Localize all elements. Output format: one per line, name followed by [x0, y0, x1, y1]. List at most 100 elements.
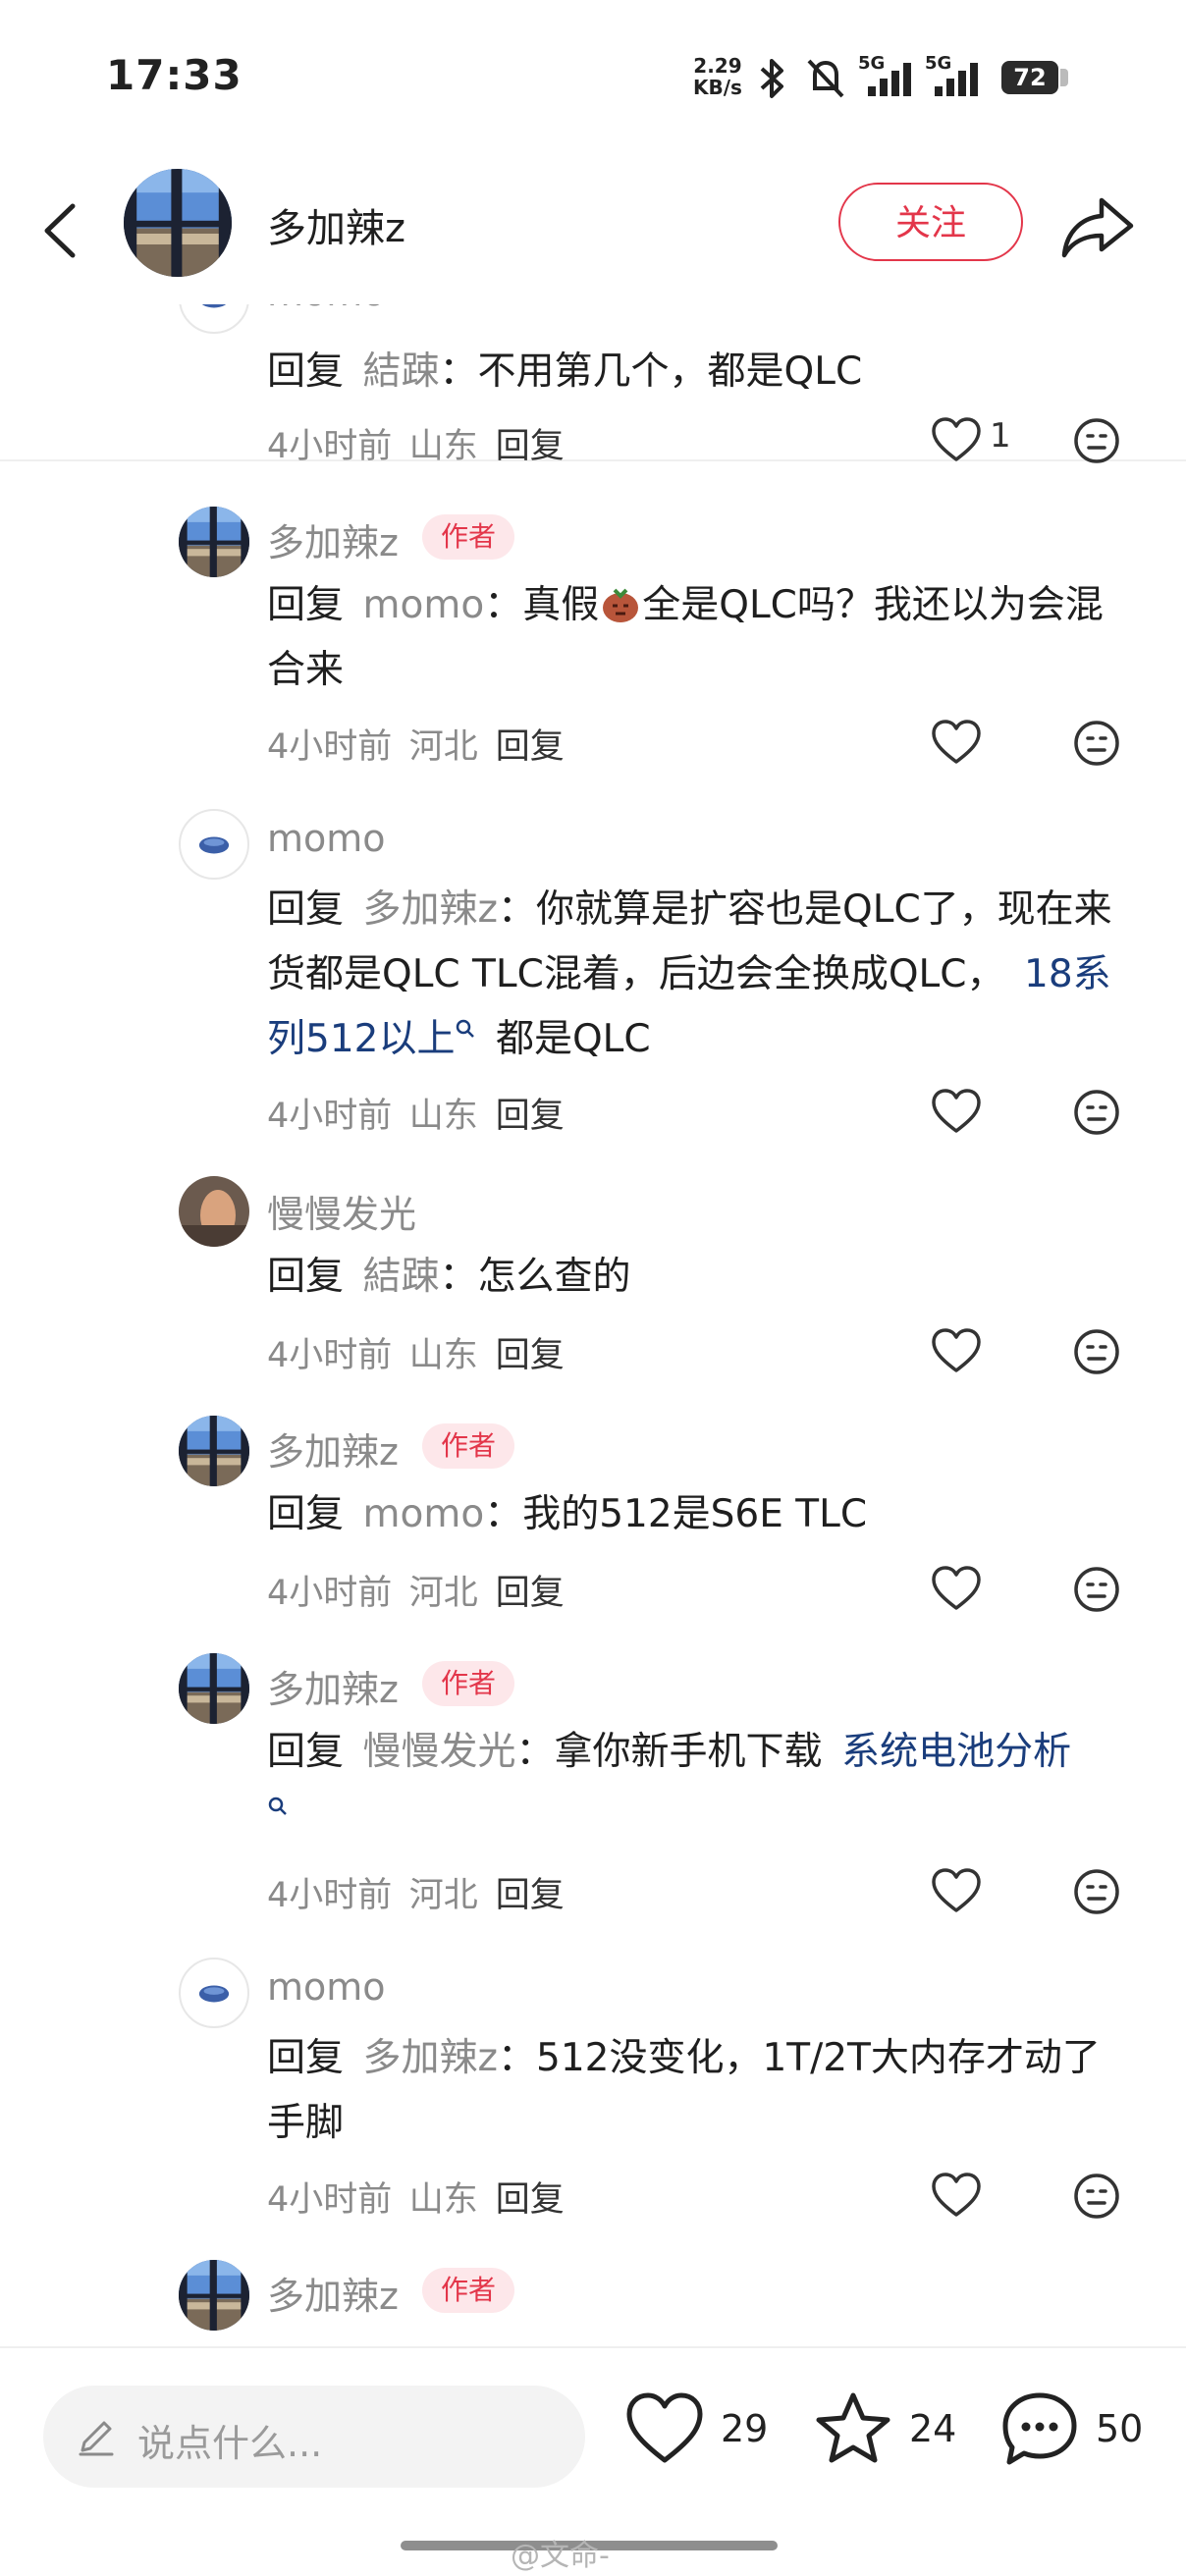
like-icon[interactable] — [931, 2172, 982, 2219]
comment-username[interactable]: 多加辣z — [267, 512, 399, 566]
reply-button[interactable]: 回复 — [496, 1876, 565, 1915]
comment-location: 山东 — [408, 2180, 478, 2220]
reply-colon: ： — [515, 1730, 555, 1774]
user-avatar[interactable] — [179, 507, 249, 577]
reply-target[interactable]: 結踈 — [363, 1255, 440, 1299]
comment-text: 回复 結踈：不用第几个，都是QLC — [267, 340, 1131, 404]
user-avatar[interactable] — [179, 1176, 249, 1247]
like-icon[interactable] — [931, 1867, 982, 1914]
like-icon[interactable] — [931, 1565, 982, 1612]
reply-target[interactable]: 多加辣z — [363, 2036, 498, 2080]
comment-text: 回复 多加辣z：512没变化，1T/2T大内存才动了手脚 — [267, 2026, 1131, 2156]
reply-target[interactable]: 慢慢发光 — [363, 1730, 516, 1774]
comment-time: 4小时前 — [267, 427, 393, 466]
emoji-icon[interactable] — [1072, 1088, 1121, 1137]
user-avatar[interactable] — [179, 1958, 249, 2028]
author-badge: 作者 — [422, 1661, 514, 1706]
topic-link[interactable]: 系统电池分析 — [841, 1730, 1071, 1774]
comment-meta: 4小时前 山东 回复 — [267, 418, 565, 468]
status-time: 17:33 — [106, 51, 243, 99]
like-icon[interactable] — [931, 719, 982, 766]
author-badge: 作者 — [422, 2268, 514, 2313]
comment-username[interactable]: 多加辣z — [267, 1422, 399, 1476]
reply-target[interactable]: momo — [363, 583, 485, 627]
like-icon[interactable] — [931, 416, 982, 463]
author-avatar[interactable] — [124, 169, 232, 277]
comment-input[interactable]: 说点什么... — [43, 2386, 585, 2488]
favorite-button[interactable] — [813, 2389, 893, 2470]
comment-username[interactable]: momo — [267, 1965, 386, 2009]
network-speed-unit: KB/s — [693, 76, 742, 99]
like-icon[interactable] — [931, 1088, 982, 1135]
comment-username[interactable]: momo — [267, 304, 386, 314]
reply-button[interactable]: 回复 — [496, 2180, 565, 2220]
user-avatar[interactable] — [179, 304, 249, 334]
user-avatar[interactable] — [179, 1653, 249, 1724]
reply-prefix: 回复 — [267, 1730, 345, 1774]
comment-location: 山东 — [408, 427, 478, 466]
comment-feed[interactable]: momo 回复 結踈：不用第几个，都是QLC 4小时前 山东回复 1 多加辣z … — [0, 304, 1186, 2346]
post-like-count: 29 — [721, 2407, 769, 2450]
reply-button[interactable]: 回复 — [496, 1336, 565, 1375]
follow-button[interactable]: 关注 — [838, 183, 1023, 261]
reply-colon: ： — [439, 1255, 478, 1299]
signal-1-icon — [868, 63, 911, 96]
battery-tip — [1060, 69, 1068, 86]
reply-button[interactable]: 回复 — [496, 1097, 565, 1136]
comment-text: 回复 momo：我的512是S6E TLC — [267, 1482, 1131, 1547]
emoji-icon[interactable] — [1072, 2172, 1121, 2221]
reply-target[interactable]: 多加辣z — [363, 887, 498, 932]
pen-icon — [79, 2421, 114, 2456]
comment-meta: 4小时前 河北 回复 — [267, 719, 565, 769]
share-button[interactable] — [1056, 187, 1139, 269]
reply-prefix: 回复 — [267, 349, 345, 394]
reply-colon: ： — [498, 2036, 537, 2080]
watermark: @文命- — [511, 2539, 610, 2573]
comment-text: 回复 結踈：怎么查的 — [267, 1245, 1131, 1310]
comment-time: 4小时前 — [267, 727, 393, 767]
author-name[interactable]: 多加辣z — [267, 196, 405, 253]
user-avatar[interactable] — [179, 809, 249, 880]
reply-prefix: 回复 — [267, 583, 345, 627]
post-header: 多加辣z 关注 — [0, 157, 1186, 461]
comment-meta: 4小时前 山东 回复 — [267, 2172, 565, 2222]
like-post-button[interactable] — [624, 2389, 705, 2470]
comment-text: 回复 多加辣z：你就算是扩容也是QLC了，现在来货都是QLC TLC混着，后边会… — [267, 878, 1131, 1072]
user-avatar[interactable] — [179, 2260, 249, 2331]
comment-body: 我的512是S6E TLC — [522, 1492, 868, 1536]
reply-prefix: 回复 — [267, 887, 345, 932]
reply-target[interactable]: momo — [363, 1492, 485, 1536]
reply-button[interactable]: 回复 — [496, 427, 565, 466]
sticker-emoji-icon — [603, 588, 639, 622]
bottom-action-bar: 说点什么... 29 24 50 @文命- — [0, 2346, 1186, 2576]
comment-username[interactable]: 多加辣z — [267, 2266, 399, 2320]
comment-body: 怎么查的 — [477, 1255, 631, 1299]
comment-text: 回复 momo：真假 全是QLC吗？我还以为会混合来 — [267, 573, 1131, 703]
reply-colon: ： — [498, 887, 537, 932]
comment-username[interactable]: 多加辣z — [267, 1659, 399, 1713]
emoji-icon[interactable] — [1072, 1327, 1121, 1376]
user-avatar[interactable] — [179, 1416, 249, 1486]
emoji-icon[interactable] — [1072, 416, 1121, 465]
emoji-icon[interactable] — [1072, 1565, 1121, 1614]
reply-prefix: 回复 — [267, 2036, 345, 2080]
search-icon[interactable] — [455, 1018, 476, 1040]
emoji-icon[interactable] — [1072, 719, 1121, 768]
like-icon[interactable] — [931, 1327, 982, 1374]
reply-button[interactable]: 回复 — [496, 1574, 565, 1613]
comment-body: 真假 — [522, 583, 600, 627]
reply-prefix: 回复 — [267, 1492, 345, 1536]
comment-button[interactable] — [999, 2389, 1080, 2470]
back-button[interactable] — [29, 187, 92, 275]
comment-username[interactable]: momo — [267, 817, 386, 860]
search-icon[interactable] — [267, 1796, 289, 1817]
reply-button[interactable]: 回复 — [496, 727, 565, 767]
comment-time: 4小时前 — [267, 1336, 393, 1375]
comment-username[interactable]: 慢慢发光 — [267, 1184, 416, 1238]
emoji-icon[interactable] — [1072, 1867, 1121, 1916]
reply-target[interactable]: 結踈 — [363, 349, 440, 394]
comment-meta: 4小时前 河北 回复 — [267, 1867, 565, 1917]
comment-location: 河北 — [408, 727, 478, 767]
comment-meta: 4小时前 山东 回复 — [267, 1327, 565, 1377]
comment-text: 回复 慢慢发光：拿你新手机下载 系统电池分析 — [267, 1720, 1131, 1850]
